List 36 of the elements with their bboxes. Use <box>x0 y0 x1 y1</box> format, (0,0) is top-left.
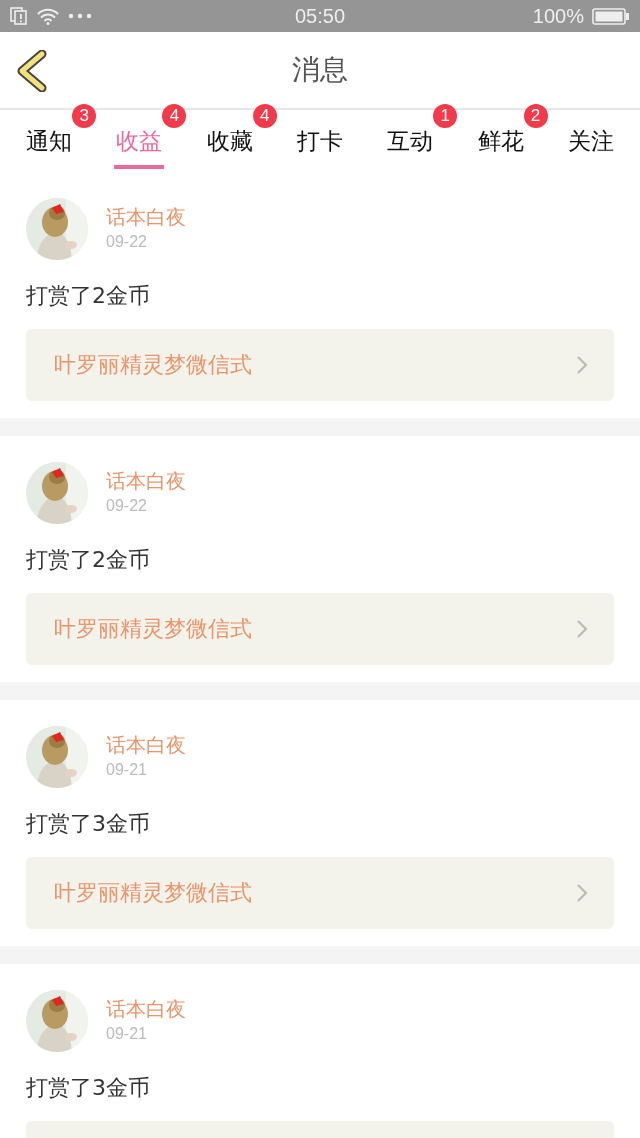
status-time: 05:50 <box>294 4 346 28</box>
tab[interactable]: 互动 <box>385 112 436 169</box>
count-badge: 3 <box>72 104 97 128</box>
tab[interactable]: 通知 <box>24 112 75 169</box>
tab[interactable]: 收藏 <box>204 112 255 169</box>
story-link[interactable]: 叶罗丽精灵梦微信式 <box>26 329 614 401</box>
message-date: 09-21 <box>106 1024 148 1044</box>
message-date: 09-21 <box>106 760 148 780</box>
user-name[interactable]: 话本白夜 <box>106 732 186 758</box>
user-name[interactable]: 话本白夜 <box>106 468 186 494</box>
count-badge: 4 <box>252 104 277 128</box>
more-icon <box>68 13 92 19</box>
user-name[interactable]: 话本白夜 <box>106 204 186 230</box>
story-link[interactable]: 叶罗丽精灵梦微信式 <box>26 593 614 665</box>
count-badge: 1 <box>433 104 458 128</box>
message-text: 打赏了3金币 <box>26 810 150 838</box>
story-link[interactable]: 叶罗丽精灵梦微信式 <box>26 857 614 929</box>
chevron-right-icon <box>576 355 588 375</box>
wifi-icon <box>36 7 60 25</box>
message-date: 09-22 <box>106 232 148 252</box>
battery-percent: 100% <box>532 4 584 28</box>
tab[interactable]: 打卡 <box>295 112 345 169</box>
tab[interactable]: 鲜花 <box>475 112 526 169</box>
chevron-right-icon <box>576 619 588 639</box>
count-badge: 4 <box>162 104 187 128</box>
message-text: 打赏了2金币 <box>26 546 150 574</box>
tab[interactable]: 关注 <box>565 112 616 169</box>
chevron-right-icon <box>576 883 588 903</box>
count-badge: 2 <box>523 104 548 128</box>
user-name[interactable]: 话本白夜 <box>106 996 186 1022</box>
page-title: 消息 <box>292 52 348 88</box>
message-text: 打赏了3金币 <box>26 1074 150 1102</box>
battery-icon <box>592 7 630 25</box>
message-date: 09-22 <box>106 496 148 516</box>
sim-card-icon <box>10 7 28 25</box>
message-text: 打赏了2金币 <box>26 282 150 310</box>
